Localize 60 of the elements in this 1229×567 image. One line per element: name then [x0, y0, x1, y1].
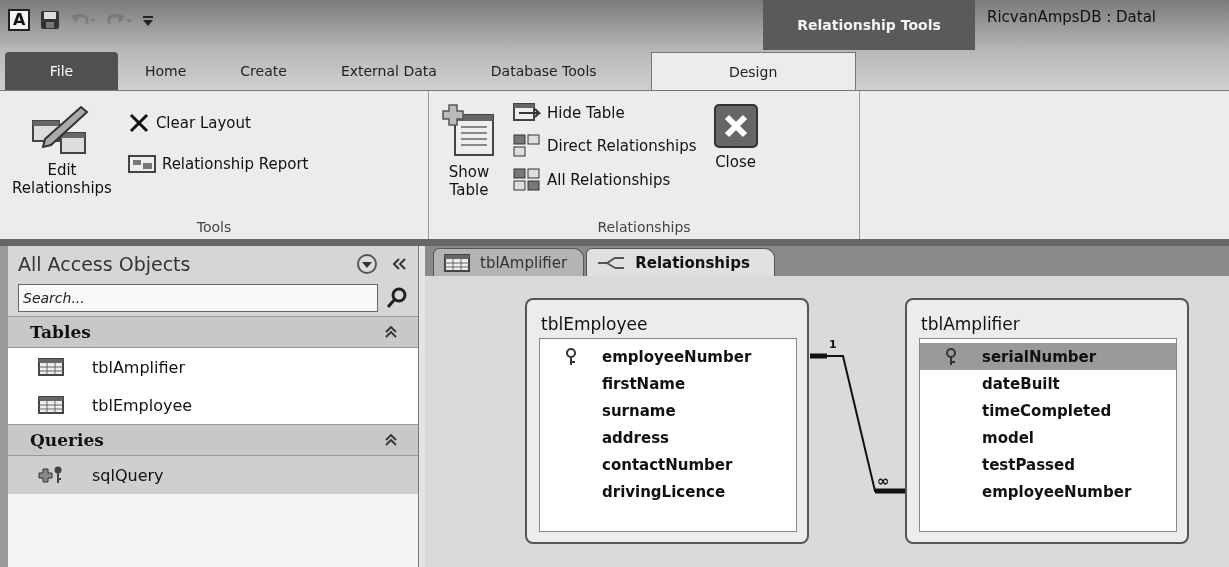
- document-tab[interactable]: tblAmplifier: [433, 248, 585, 276]
- many-label: ∞: [877, 474, 890, 488]
- group-header[interactable]: Queries: [8, 424, 418, 456]
- ribbon-button[interactable]: Direct Relationships: [511, 131, 699, 161]
- field-row[interactable]: employeeNumber: [920, 478, 1176, 505]
- nav-item[interactable]: sqlQuery: [8, 456, 418, 494]
- table-plus-icon: [441, 103, 497, 159]
- ribbon-button[interactable]: Close: [708, 97, 763, 177]
- field-row[interactable]: surname: [540, 397, 796, 424]
- field-row[interactable]: serialNumber: [920, 343, 1176, 370]
- field-row[interactable]: address: [540, 424, 796, 451]
- table-arrow-icon: [513, 102, 541, 124]
- table-icon: [38, 358, 64, 376]
- ribbon-button[interactable]: Clear Layout: [125, 109, 311, 137]
- clear-icon: [127, 112, 150, 134]
- nav-item[interactable]: tblAmplifier: [8, 348, 418, 386]
- query-icon: [38, 465, 64, 485]
- contextual-tab-header: Relationship Tools: [763, 0, 975, 50]
- ribbon-tab[interactable]: Home: [118, 52, 214, 90]
- close-icon: [712, 103, 759, 149]
- field-row[interactable]: dateBuilt: [920, 370, 1176, 397]
- pane-title: All Access Objects: [18, 253, 192, 275]
- table-grid-icon: [513, 168, 541, 192]
- field-row[interactable]: firstName: [540, 370, 796, 397]
- ribbon-button[interactable]: All Relationships: [511, 165, 699, 195]
- dropdown-icon[interactable]: [356, 253, 378, 275]
- ribbon-tab[interactable]: Create: [213, 52, 314, 90]
- ribbon-button[interactable]: Show Table: [437, 97, 501, 205]
- one-label: 1: [829, 338, 837, 351]
- field-row[interactable]: contactNumber: [540, 451, 796, 478]
- document-tab[interactable]: Relationships: [586, 248, 775, 276]
- ribbon-tab[interactable]: File: [5, 52, 118, 90]
- linked-tables-icon: [513, 134, 541, 158]
- search-field[interactable]: Search...: [18, 284, 378, 312]
- ribbon-button[interactable]: Edit Relationships: [8, 97, 116, 203]
- group-label: Relationships: [596, 219, 692, 237]
- table-window[interactable]: tblEmployee employeeNumber firstName surname address contactNumber drivingLicence: [525, 298, 809, 544]
- field-row[interactable]: model: [920, 424, 1176, 451]
- window-title: RicvanAmpsDB : Datal: [986, 7, 1158, 28]
- table-name: tblEmployee: [540, 313, 649, 336]
- app-logo: A: [8, 9, 31, 31]
- table-window[interactable]: tblAmplifier serialNumber dateBuilt timeCompleted model testPassed employeeNumber: [905, 298, 1189, 544]
- ribbon-button[interactable]: Hide Table: [511, 99, 699, 127]
- field-row[interactable]: testPassed: [920, 451, 1176, 478]
- ribbon-button[interactable]: Relationship Report: [125, 151, 311, 177]
- field-row[interactable]: employeeNumber: [540, 343, 796, 370]
- table-name: tblAmplifier: [920, 313, 1021, 336]
- ribbon-tab[interactable]: Database Tools: [463, 52, 624, 90]
- group-header[interactable]: Tables: [8, 316, 418, 348]
- nav-item[interactable]: tblEmployee: [8, 386, 418, 424]
- search-icon[interactable]: [386, 287, 408, 309]
- table-icon: [444, 253, 470, 272]
- ribbon-tab[interactable]: External Data: [313, 52, 464, 90]
- field-row[interactable]: drivingLicence: [540, 478, 796, 505]
- field-row[interactable]: timeCompleted: [920, 397, 1176, 424]
- group-label: Tools: [195, 219, 233, 237]
- table-icon: [38, 396, 64, 414]
- save-icon[interactable]: [40, 10, 61, 30]
- report-icon: [127, 154, 156, 174]
- ribbon-tab[interactable]: Design: [650, 52, 856, 90]
